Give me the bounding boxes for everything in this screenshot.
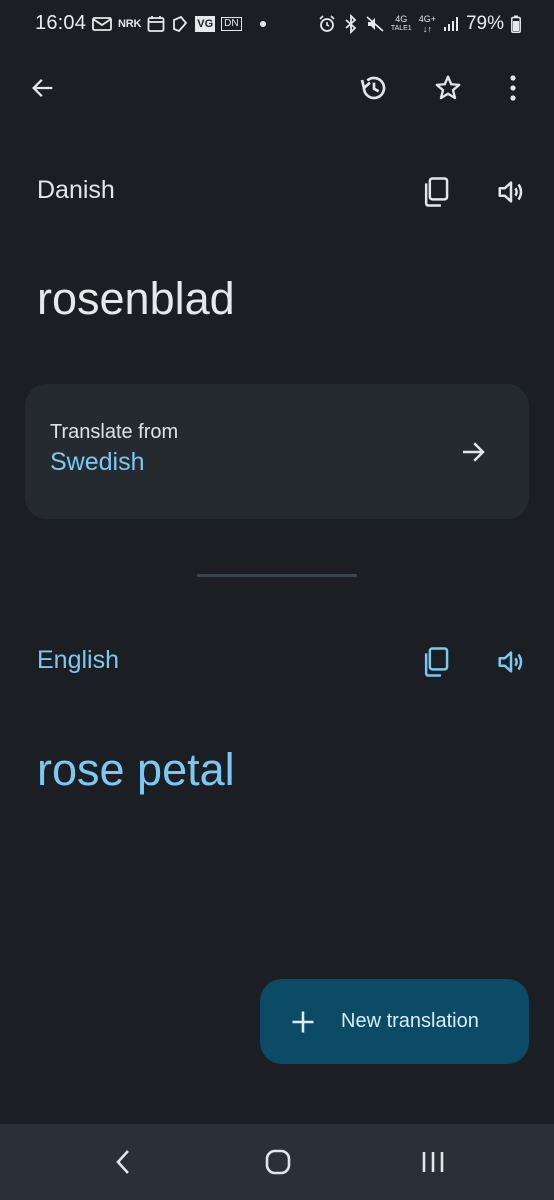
bluetooth-icon — [345, 14, 357, 34]
source-speaker-button[interactable] — [487, 168, 535, 216]
alarm-icon — [319, 15, 335, 32]
mail-icon — [92, 17, 112, 31]
calendar-icon — [147, 16, 165, 32]
nrk-logo-icon: NRK — [118, 18, 142, 30]
status-bar: 16:04 NRK VG DN 4G TALE1 4G+ ↓↑ 79% — [0, 0, 554, 48]
battery-icon — [511, 15, 521, 33]
vg-logo-icon: VG — [195, 16, 216, 32]
history-button[interactable] — [350, 64, 398, 112]
translate-from-arrow-button[interactable] — [449, 428, 497, 476]
source-language-label: Danish — [37, 176, 115, 204]
star-outline-icon — [435, 75, 461, 100]
copy-icon — [424, 647, 449, 677]
network-4g-plus: 4G+ ↓↑ — [418, 14, 436, 34]
plus-icon — [292, 1011, 314, 1032]
arrow-left-icon — [32, 79, 53, 97]
translate-from-card[interactable]: Translate from Swedish — [25, 384, 529, 519]
favorite-button[interactable] — [424, 64, 472, 112]
nav-home-button[interactable] — [254, 1138, 302, 1186]
new-translation-label: New translation — [341, 1010, 479, 1032]
more-options-button[interactable] — [489, 64, 537, 112]
source-text[interactable]: rosenblad — [37, 273, 235, 325]
detected-language: Swedish — [50, 448, 145, 476]
source-copy-button[interactable] — [412, 168, 460, 216]
system-navigation-bar — [0, 1124, 554, 1200]
nav-back-icon — [116, 1150, 129, 1174]
more-notifications-dot-icon — [259, 21, 266, 27]
target-language-label: English — [37, 646, 119, 674]
nav-recents-button[interactable] — [409, 1138, 457, 1186]
network-4g: 4G TALE1 — [390, 14, 412, 33]
nav-back-button[interactable] — [99, 1138, 147, 1186]
speaker-icon — [498, 651, 523, 673]
translate-from-title: Translate from — [50, 421, 179, 443]
speaker-icon — [498, 181, 523, 203]
signal-icon — [443, 17, 458, 31]
mute-icon — [366, 16, 384, 32]
nav-recents-icon — [422, 1152, 444, 1172]
notification-icons: NRK VG DN — [92, 14, 266, 34]
target-copy-button[interactable] — [412, 638, 460, 686]
battery-percent: 79% — [465, 13, 504, 34]
more-vert-icon — [510, 75, 516, 101]
section-divider — [197, 574, 357, 577]
app-notification-icon — [173, 15, 188, 33]
new-translation-button[interactable]: New translation — [260, 979, 529, 1064]
nav-home-icon — [265, 1149, 291, 1175]
copy-icon — [424, 177, 449, 207]
target-speaker-button[interactable] — [487, 638, 535, 686]
history-icon — [360, 76, 386, 100]
dn-logo-icon: DN — [221, 17, 242, 31]
status-right: 4G TALE1 4G+ ↓↑ 79% — [318, 12, 521, 36]
back-button[interactable] — [19, 64, 67, 112]
translated-text[interactable]: rose petal — [37, 744, 235, 796]
status-time: 16:04 — [35, 12, 87, 34]
arrow-right-icon — [463, 442, 485, 462]
